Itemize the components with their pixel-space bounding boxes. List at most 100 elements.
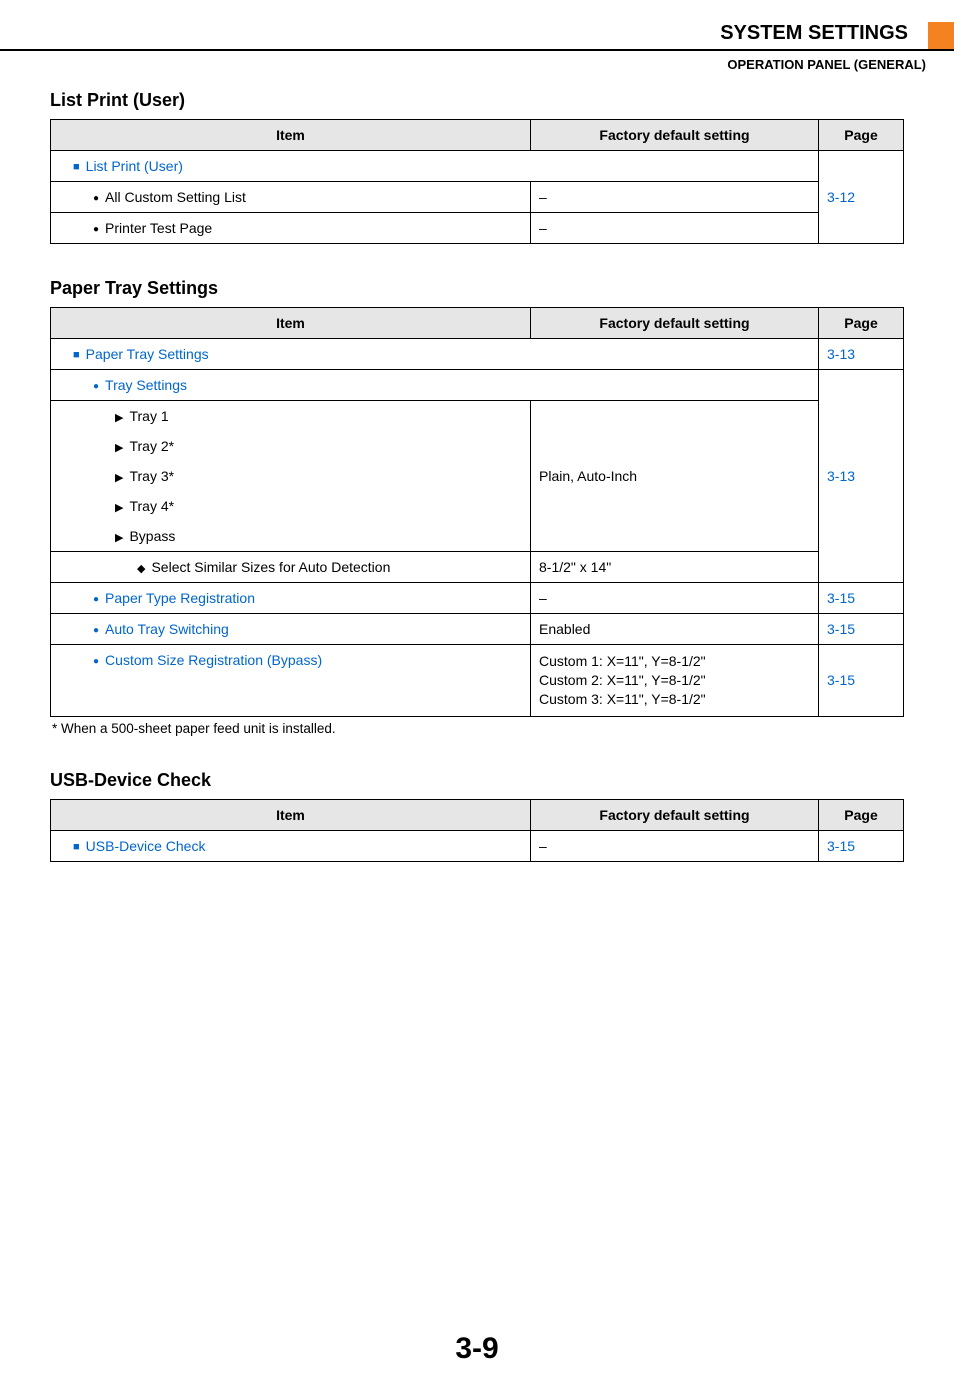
item-cell: Tray 1 [51,401,531,432]
custom-size-registration-link[interactable]: Custom Size Registration (Bypass) [93,652,322,668]
header-spacer [0,22,720,49]
item-label: Bypass [115,528,175,544]
default-cell: – [531,213,819,244]
custom-size-line-1: Custom 1: X=11", Y=8-1/2" [539,653,706,669]
table-row: All Custom Setting List – [51,182,904,213]
table-header-row: Item Factory default setting Page [51,799,904,830]
tray-settings-link[interactable]: Tray Settings [93,377,187,393]
default-cell [531,401,819,432]
col-item: Item [51,799,531,830]
list-print-user-link[interactable]: List Print (User) [73,158,183,174]
item-cell: Tray 2* [51,431,531,461]
col-page: Page [819,120,904,151]
table-row: Custom Size Registration (Bypass) Custom… [51,645,904,717]
default-cell [531,491,819,521]
item-cell: Paper Tray Settings [51,339,819,370]
page-cell[interactable]: 3-13 [819,339,904,370]
table-row: Tray Settings [51,370,904,401]
page-cell [819,370,904,401]
page-cell[interactable]: 3-13 [819,461,904,491]
item-cell: Select Similar Sizes for Auto Detection [51,552,531,583]
table-header-row: Item Factory default setting Page [51,308,904,339]
item-cell: Tray 4* [51,491,531,521]
usb-device-check-link[interactable]: USB-Device Check [73,838,205,854]
default-cell: Custom 1: X=11", Y=8-1/2" Custom 2: X=11… [531,645,819,717]
default-cell: – [531,830,819,861]
col-default: Factory default setting [531,799,819,830]
default-cell: – [531,182,819,213]
header-title: SYSTEM SETTINGS [720,22,918,49]
item-label: Tray 4* [115,498,174,514]
item-label: Select Similar Sizes for Auto Detection [137,559,390,575]
table-list-print: Item Factory default setting Page List P… [50,119,904,244]
col-page: Page [819,308,904,339]
col-page: Page [819,799,904,830]
paper-tray-settings-link[interactable]: Paper Tray Settings [73,346,209,362]
default-cell: Plain, Auto-Inch [531,461,819,491]
item-cell: Bypass [51,521,531,552]
page-cell[interactable]: 3-15 [819,830,904,861]
table-row: Tray 3* Plain, Auto-Inch 3-13 [51,461,904,491]
item-cell: Auto Tray Switching [51,614,531,645]
item-cell: Custom Size Registration (Bypass) [51,645,531,717]
item-cell: Printer Test Page [51,213,531,244]
page-cell [819,491,904,521]
col-item: Item [51,120,531,151]
header-subheading: OPERATION PANEL (GENERAL) [0,51,954,82]
item-label: Tray 3* [115,468,174,484]
item-label: Tray 2* [115,438,174,454]
item-cell: List Print (User) [51,151,819,182]
page-cell [819,431,904,461]
page-cell [819,552,904,583]
default-cell [531,521,819,552]
paper-type-registration-link[interactable]: Paper Type Registration [93,590,255,606]
page-cell[interactable]: 3-15 [819,645,904,717]
page-cell [819,521,904,552]
table-row: Paper Tray Settings 3-13 [51,339,904,370]
table-row: Select Similar Sizes for Auto Detection … [51,552,904,583]
table-row: List Print (User) 3-12 [51,151,904,182]
table-row: Auto Tray Switching Enabled 3-15 [51,614,904,645]
item-label: All Custom Setting List [93,189,246,205]
table-row: Printer Test Page – [51,213,904,244]
table-row: Tray 2* [51,431,904,461]
col-item: Item [51,308,531,339]
page-header: SYSTEM SETTINGS OPERATION PANEL (GENERAL… [0,0,954,82]
table-row: Bypass [51,521,904,552]
col-default: Factory default setting [531,308,819,339]
section-title-list-print: List Print (User) [50,90,904,111]
item-cell: USB-Device Check [51,830,531,861]
col-default: Factory default setting [531,120,819,151]
table-row: Tray 1 [51,401,904,432]
page-cell [819,401,904,432]
default-cell: 8-1/2" x 14" [531,552,819,583]
table-row: USB-Device Check – 3-15 [51,830,904,861]
item-label: Printer Test Page [93,220,212,236]
page-cell[interactable]: 3-15 [819,583,904,614]
table-header-row: Item Factory default setting Page [51,120,904,151]
table-usb-device: Item Factory default setting Page USB-De… [50,799,904,862]
auto-tray-switching-link[interactable]: Auto Tray Switching [93,621,229,637]
page-number: 3-9 [0,1332,954,1390]
item-label: Tray 1 [115,408,169,424]
item-cell: Paper Type Registration [51,583,531,614]
default-cell: Enabled [531,614,819,645]
page-content: List Print (User) Item Factory default s… [0,90,954,862]
default-cell [531,431,819,461]
table-paper-tray: Item Factory default setting Page Paper … [50,307,904,717]
item-cell: All Custom Setting List [51,182,531,213]
header-bar: SYSTEM SETTINGS [0,22,954,51]
default-cell: – [531,583,819,614]
item-cell: Tray Settings [51,370,819,401]
table-row: Paper Type Registration – 3-15 [51,583,904,614]
custom-size-line-3: Custom 3: X=11", Y=8-1/2" [539,691,706,707]
item-cell: Tray 3* [51,461,531,491]
footnote-paper-tray: * When a 500-sheet paper feed unit is in… [52,721,904,736]
accent-block [928,22,954,49]
page-cell[interactable]: 3-12 [819,151,904,244]
section-title-paper-tray: Paper Tray Settings [50,278,904,299]
page-cell[interactable]: 3-15 [819,614,904,645]
section-title-usb-device: USB-Device Check [50,770,904,791]
table-row: Tray 4* [51,491,904,521]
custom-size-line-2: Custom 2: X=11", Y=8-1/2" [539,672,706,688]
